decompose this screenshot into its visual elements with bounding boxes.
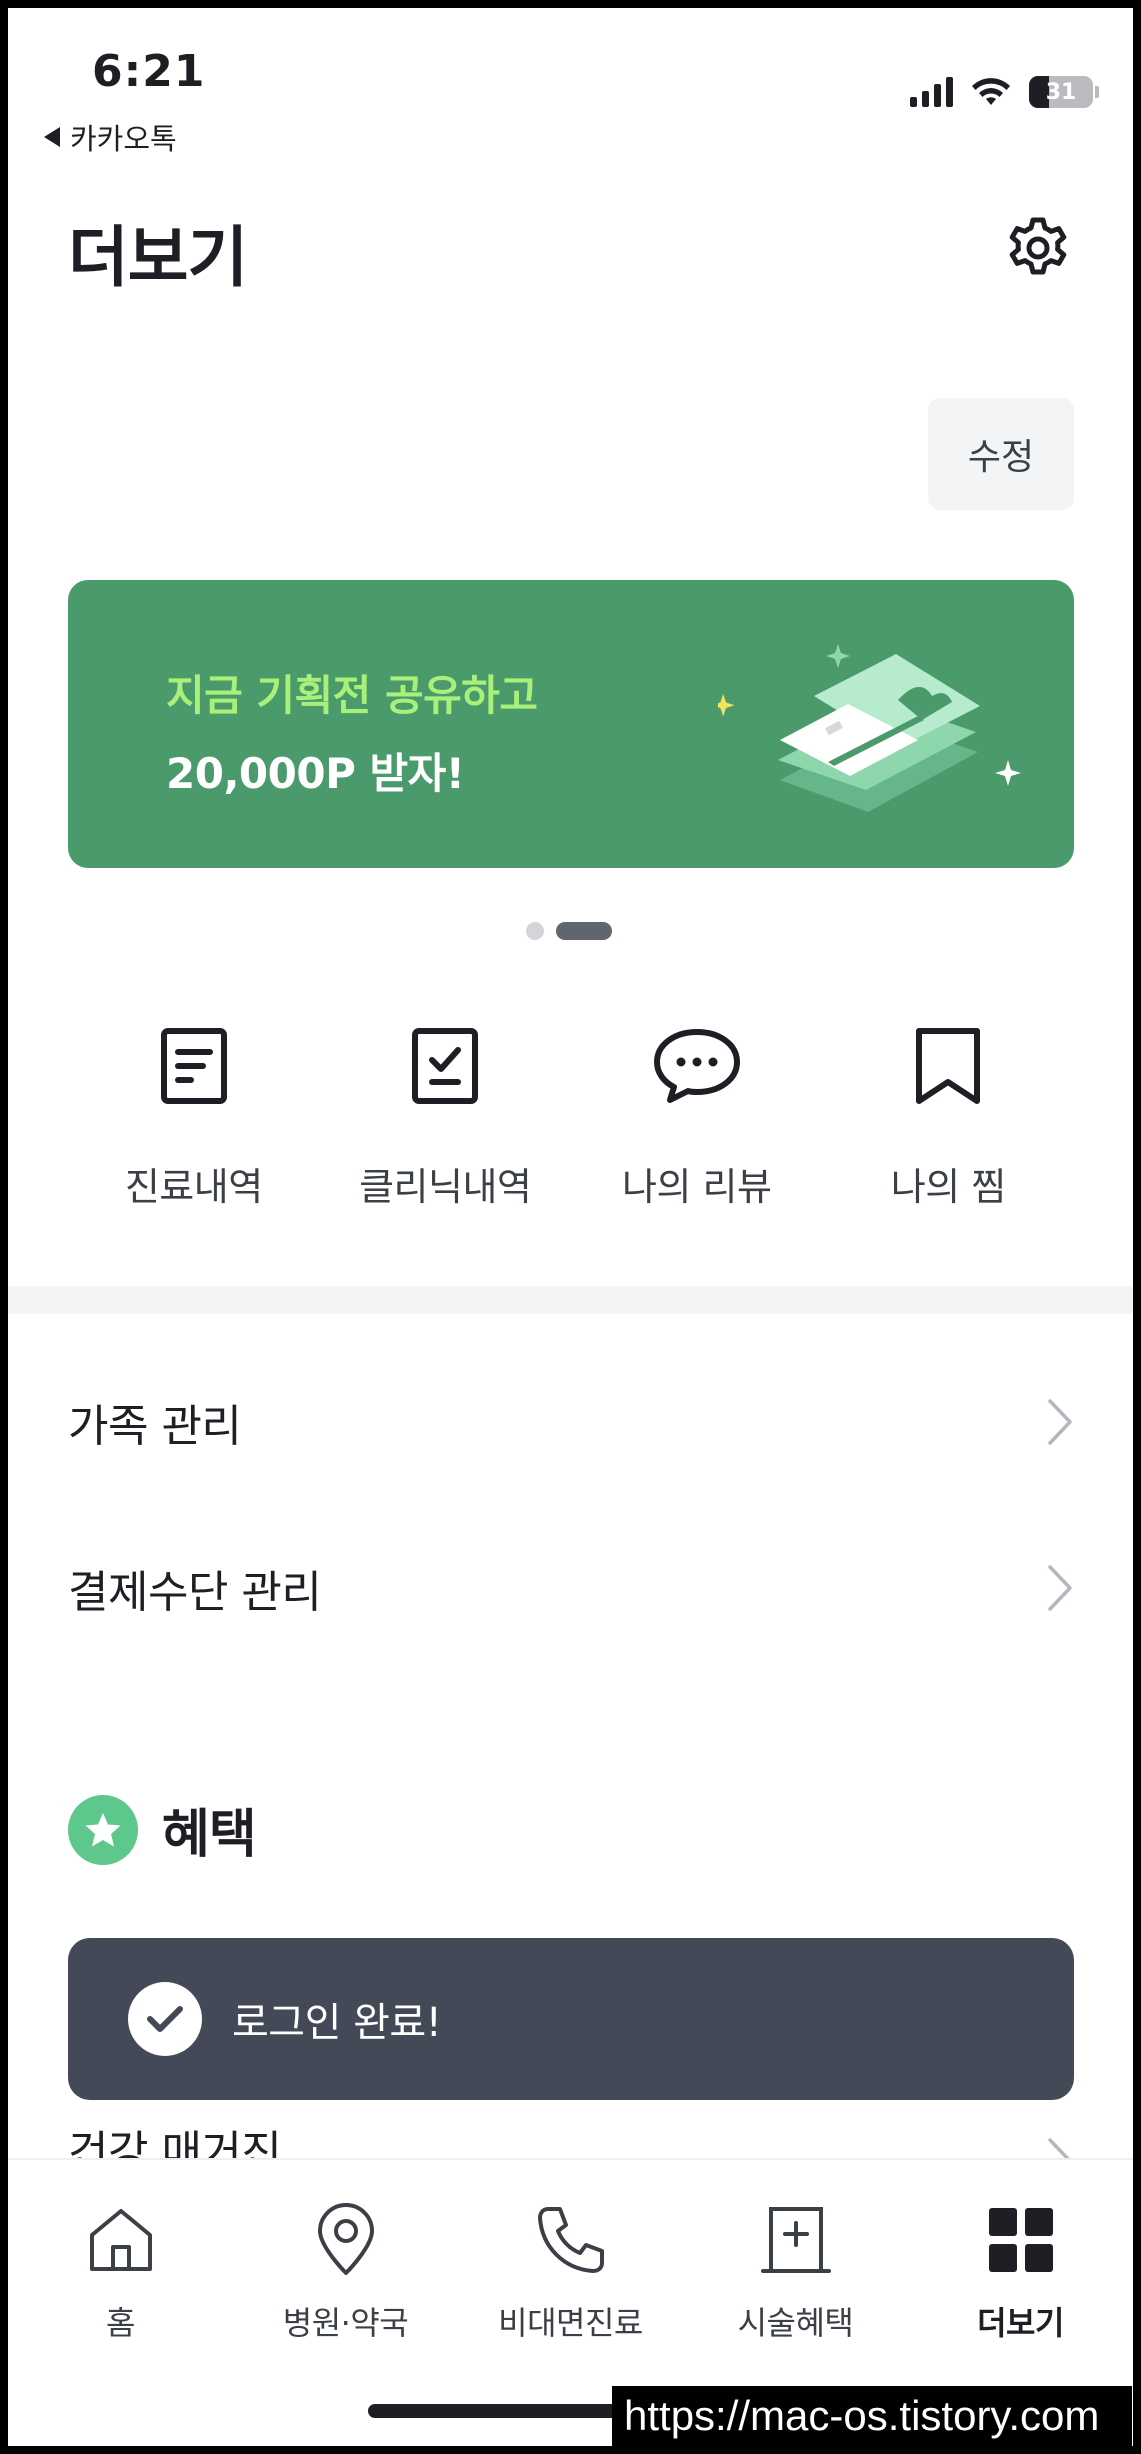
tab-telemedicine[interactable]: 비대면진료 (458, 2198, 683, 2344)
menu-row-label: 가족 관리 (68, 1401, 242, 1452)
benefits-title: 혜택 (162, 1805, 257, 1865)
page-dot-active[interactable] (556, 922, 612, 940)
chat-bubble-icon (653, 1029, 740, 1103)
login-toast: 로그인 완료! (68, 1938, 1074, 2100)
tab-procedures[interactable]: 시술혜택 (683, 2198, 908, 2344)
tab-more[interactable]: 더보기 (908, 2198, 1133, 2344)
back-app-label: 카카오톡 (70, 122, 177, 156)
tab-label: 병원·약국 (282, 2304, 409, 2342)
home-icon (89, 2209, 152, 2271)
quick-item-favorites[interactable]: 나의 찜 (823, 1018, 1075, 1218)
toast-message: 로그인 완료! (232, 2000, 442, 2046)
back-to-app-link[interactable]: 카카오톡 (44, 116, 177, 158)
tickets-illustration-icon (718, 644, 1021, 812)
toast-check-badge (128, 1982, 202, 2056)
settings-button[interactable] (1004, 214, 1072, 282)
back-triangle-icon (44, 127, 60, 147)
document-icon (160, 1028, 227, 1104)
page-title: 더보기 (68, 219, 248, 296)
bookmark-icon (916, 1028, 981, 1104)
benefits-badge (68, 1794, 138, 1865)
banner-pagination[interactable] (526, 922, 612, 940)
gear-icon (1009, 217, 1067, 275)
check-icon (147, 2006, 183, 2032)
promo-banner[interactable]: 지금 기획전 공유하고 20,000P 받자! (68, 580, 1074, 868)
battery-level: 31 (1045, 79, 1077, 105)
status-indicators: 31 (910, 76, 1099, 108)
tab-label: 시술혜택 (737, 2304, 854, 2342)
app-screen: 6:21 카카오톡 31 더보기 수정 지금 기획전 공유하고 20,000P … (8, 8, 1133, 2446)
tab-label: 홈 (106, 2304, 135, 2342)
tab-label: 비대면진료 (498, 2304, 643, 2342)
menu-row-family[interactable]: 가족 관리 (68, 1372, 1074, 1472)
quick-menu: 진료내역 클리닉내역 나의 리뷰 나의 찜 (68, 1018, 1074, 1218)
banner-line-2: 20,000P 받자! (166, 749, 465, 798)
quick-item-clinic[interactable]: 클리닉내역 (320, 1018, 572, 1218)
section-divider (8, 1286, 1133, 1314)
quick-item-label: 진료내역 (124, 1165, 263, 1209)
menu-row-payment[interactable]: 결제수단 관리 (68, 1538, 1074, 1638)
status-time: 6:21 (92, 46, 206, 97)
phone-icon (537, 2207, 604, 2273)
tab-hospitals[interactable]: 병원·약국 (233, 2198, 458, 2344)
medical-cross-icon (760, 2207, 831, 2273)
tab-label: 더보기 (977, 2304, 1064, 2342)
quick-item-label: 나의 리뷰 (622, 1165, 772, 1209)
banner-line-1: 지금 기획전 공유하고 (166, 671, 538, 720)
quick-item-label: 나의 찜 (890, 1165, 1006, 1209)
checklist-icon (412, 1028, 479, 1104)
chevron-right-icon (1048, 1565, 1072, 1611)
quick-item-label: 클리닉내역 (359, 1165, 532, 1209)
quick-item-history[interactable]: 진료내역 (68, 1018, 320, 1218)
quick-item-reviews[interactable]: 나의 리뷰 (571, 1018, 823, 1218)
watermark-url: https://mac-os.tistory.com (612, 2386, 1132, 2446)
page-dot[interactable] (526, 922, 544, 940)
wifi-icon (972, 78, 1010, 105)
chevron-right-icon (1048, 1399, 1072, 1445)
grid-icon (988, 2208, 1053, 2272)
battery-icon: 31 (1029, 76, 1093, 108)
menu-row-label: 결제수단 관리 (68, 1567, 322, 1618)
tab-home[interactable]: 홈 (8, 2198, 233, 2344)
star-icon (85, 1812, 121, 1846)
edit-button[interactable]: 수정 (928, 398, 1074, 510)
benefits-header: 혜택 (68, 1792, 257, 1867)
location-pin-icon (317, 2203, 374, 2275)
cellular-signal-icon (910, 77, 953, 107)
